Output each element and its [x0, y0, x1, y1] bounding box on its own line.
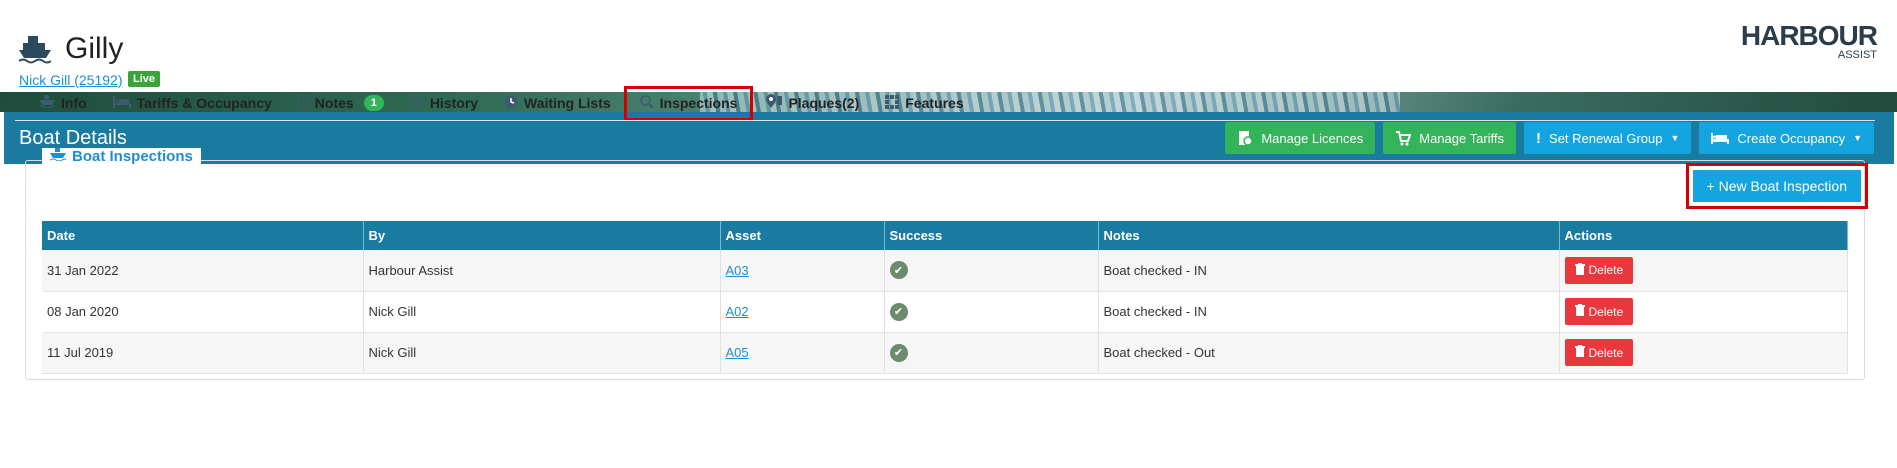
table-row: 08 Jan 2020 Nick Gill A02 ✔ Boat checked…	[42, 291, 1848, 333]
date-cell: 08 Jan 2020	[42, 291, 364, 333]
create-occupancy-button[interactable]: Create Occupancy ▼	[1699, 122, 1874, 154]
caret-down-icon: ▼	[1853, 133, 1862, 143]
actions-cell: Delete	[1559, 250, 1848, 292]
header: Gilly Nick Gill (25192) Live HARBOUR ASS…	[0, 0, 1897, 92]
tab-label: Info	[61, 95, 87, 111]
tab-divider	[15, 120, 1875, 121]
tab-bar: Info Tariffs & Occupancy Notes 1 History…	[26, 85, 977, 121]
tab-waiting-lists[interactable]: Waiting Lists	[491, 89, 624, 118]
tab-history[interactable]: History	[397, 89, 491, 118]
tab-label: Features	[905, 95, 964, 111]
success-cell: ✔	[884, 332, 1099, 374]
by-cell: Nick Gill	[363, 332, 721, 374]
exclamation-icon: !	[1536, 129, 1542, 147]
manage-licences-label: Manage Licences	[1261, 130, 1364, 146]
tab-label: Notes	[314, 95, 354, 111]
asset-link[interactable]: A02	[726, 304, 749, 319]
actions-cell: Delete	[1559, 332, 1848, 374]
tab-label: Waiting Lists	[524, 95, 611, 111]
trash-icon	[1574, 262, 1585, 278]
history-icon	[410, 95, 424, 112]
asset-cell: A02	[720, 291, 885, 333]
harbour-assist-logo: HARBOUR ASSIST	[1740, 20, 1878, 61]
delete-label: Delete	[1588, 304, 1624, 319]
by-cell: Nick Gill	[363, 291, 721, 333]
tab-plaques[interactable]: Plaques(2)	[753, 88, 872, 118]
column-header-by[interactable]: By	[363, 221, 721, 250]
delete-label: Delete	[1588, 263, 1624, 278]
set-renewal-group-button[interactable]: ! Set Renewal Group ▼	[1524, 122, 1692, 154]
licence-icon	[1237, 130, 1254, 146]
tab-inspections[interactable]: Inspections	[623, 85, 754, 121]
logo-text: HARBOUR	[1740, 20, 1878, 51]
section-legend: Boat Inspections	[42, 148, 201, 165]
document-icon	[297, 94, 309, 112]
table-row: 11 Jul 2019 Nick Gill A05 ✔ Boat checked…	[42, 332, 1848, 374]
tab-tariffs-occupancy[interactable]: Tariffs & Occupancy	[100, 89, 285, 117]
notes-cell: Boat checked - IN	[1098, 291, 1560, 333]
delete-label: Delete	[1588, 345, 1624, 360]
notes-cell: Boat checked - Out	[1098, 332, 1560, 374]
status-badge: Live	[128, 71, 161, 87]
tab-info[interactable]: Info	[26, 89, 100, 117]
delete-button[interactable]: Delete	[1564, 339, 1634, 366]
bed-icon	[112, 95, 131, 111]
header-actions: Manage Licences Manage Tariffs ! Set Ren…	[1225, 122, 1874, 154]
search-icon	[639, 94, 654, 112]
tab-label: Tariffs & Occupancy	[136, 95, 272, 111]
inspections-table: Date By Asset Success Notes Actions 31 J…	[42, 221, 1848, 374]
date-cell: 11 Jul 2019	[42, 332, 364, 374]
column-header-date[interactable]: Date	[42, 221, 364, 250]
section-title: Boat Inspections	[72, 148, 193, 165]
trash-icon	[1574, 304, 1585, 319]
asset-cell: A05	[720, 332, 885, 374]
success-cell: ✔	[884, 291, 1099, 333]
tab-label: History	[429, 95, 479, 111]
ship-icon	[18, 34, 52, 64]
boat-icon	[49, 148, 67, 165]
actions-cell: Delete	[1559, 291, 1848, 333]
cart-icon	[1395, 130, 1412, 146]
tab-notes[interactable]: Notes 1	[285, 89, 397, 118]
clock-icon	[504, 95, 518, 112]
caret-down-icon: ▼	[1670, 133, 1680, 143]
notes-cell: Boat checked - IN	[1098, 250, 1560, 292]
manage-tariffs-label: Manage Tariffs	[1419, 130, 1505, 146]
check-circle-icon: ✔	[889, 343, 908, 362]
column-header-notes[interactable]: Notes	[1098, 221, 1560, 250]
set-renewal-group-label: Set Renewal Group	[1549, 130, 1663, 146]
date-cell: 31 Jan 2022	[42, 250, 364, 292]
delete-button[interactable]: Delete	[1564, 298, 1634, 325]
map-marker-icon	[766, 94, 783, 112]
grid-icon	[885, 94, 900, 112]
bed-icon	[1711, 131, 1730, 145]
asset-link[interactable]: A05	[726, 345, 749, 360]
table-header-row: Date By Asset Success Notes Actions	[42, 221, 1848, 250]
page-title: Gilly	[65, 32, 124, 65]
asset-cell: A03	[720, 250, 885, 292]
success-cell: ✔	[884, 250, 1099, 292]
column-header-actions: Actions	[1559, 221, 1848, 250]
tab-label: Plaques(2)	[788, 95, 860, 111]
column-header-asset[interactable]: Asset	[720, 221, 885, 250]
table-row: 31 Jan 2022 Harbour Assist A03 ✔ Boat ch…	[42, 250, 1848, 292]
boat-icon	[38, 95, 56, 111]
tab-label: Inspections	[659, 95, 738, 111]
check-circle-icon: ✔	[889, 302, 908, 321]
panel-title: Boat Details	[19, 126, 127, 149]
manage-tariffs-button[interactable]: Manage Tariffs	[1383, 122, 1517, 154]
trash-icon	[1574, 345, 1585, 360]
by-cell: Harbour Assist	[363, 250, 721, 292]
check-circle-icon: ✔	[889, 261, 908, 280]
notes-count-badge: 1	[363, 95, 384, 111]
create-occupancy-label: Create Occupancy	[1737, 130, 1846, 146]
delete-button[interactable]: Delete	[1564, 256, 1634, 284]
new-boat-inspection-button[interactable]: + New Boat Inspection	[1692, 170, 1861, 202]
column-header-success[interactable]: Success	[884, 221, 1099, 250]
new-inspection-highlight: + New Boat Inspection	[1685, 163, 1868, 209]
tab-features[interactable]: Features	[872, 89, 976, 118]
asset-link[interactable]: A03	[726, 263, 749, 278]
manage-licences-button[interactable]: Manage Licences	[1225, 122, 1376, 154]
